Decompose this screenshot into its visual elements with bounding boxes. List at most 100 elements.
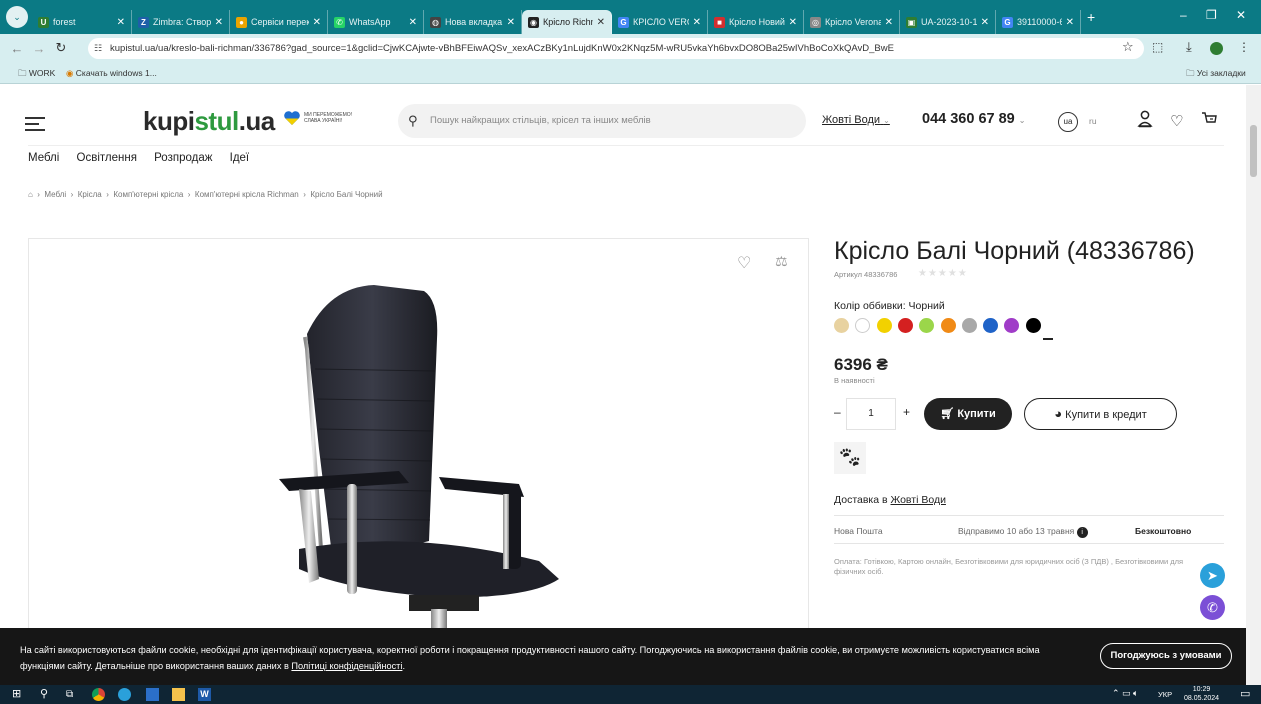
breadcrumb-item[interactable]: Комп'ютерні крісла — [113, 190, 183, 199]
task-view-icon[interactable]: ⧉ — [66, 688, 79, 701]
site-logo[interactable]: kupistul.ua — [143, 106, 275, 137]
lang-ua-button[interactable]: ua — [1058, 112, 1078, 132]
rating-stars[interactable]: ★★★★★ — [918, 268, 968, 279]
tab-close-icon[interactable]: ✕ — [693, 17, 701, 28]
browser-menu-icon[interactable]: ⋮ — [1238, 40, 1250, 54]
tab-close-icon[interactable]: ✕ — [789, 17, 797, 28]
breadcrumb-item[interactable]: Комп'ютерні крісла Richman — [195, 190, 299, 199]
color-swatch[interactable] — [961, 318, 977, 333]
info-icon[interactable]: i — [1076, 527, 1088, 538]
lang-ru-button[interactable]: ru — [1089, 116, 1097, 126]
browser-tab[interactable]: ◍ Нова вкладка ✕ — [424, 10, 522, 34]
nav-item-ideas[interactable]: Ідеї — [230, 152, 250, 164]
qty-input[interactable]: 1 — [846, 398, 896, 430]
word-icon[interactable]: W — [198, 688, 211, 701]
windows-start-icon[interactable]: ⊞ — [12, 688, 25, 701]
site-info-icon[interactable]: ☷ — [94, 38, 102, 59]
hamburger-menu-icon[interactable] — [25, 117, 45, 135]
browser-tab[interactable]: ▣ UA-2023-10-1 ✕ — [900, 10, 996, 34]
extensions-icon[interactable]: ⬚ — [1152, 40, 1163, 54]
all-bookmarks[interactable]: 🗀 Усі закладки — [1186, 68, 1246, 82]
tab-search-button[interactable]: ⌄ — [6, 6, 28, 28]
user-icon[interactable] — [1137, 110, 1153, 133]
clock[interactable]: 10:29 08.05.2024 — [1184, 685, 1219, 703]
nav-item-lighting[interactable]: Освітлення — [77, 152, 137, 164]
browser-tab[interactable]: ✆ WhatsApp ✕ — [328, 10, 424, 34]
browser-tab[interactable]: ■ Крісло Новий ✕ — [708, 10, 804, 34]
color-swatch[interactable] — [1025, 318, 1041, 333]
tab-close-icon[interactable]: ✕ — [1066, 17, 1074, 28]
telegram-taskbar-icon[interactable] — [118, 688, 131, 701]
product-image-box[interactable]: ♡ ⚖ — [28, 238, 809, 685]
browser-tab[interactable]: G КРІСЛО VERO ✕ — [612, 10, 708, 34]
breadcrumb-item[interactable]: Крісла — [78, 190, 102, 199]
notifications-icon[interactable]: ▭ — [1240, 687, 1250, 700]
browser-tab[interactable]: ● Сервіси перек ✕ — [230, 10, 328, 34]
breadcrumb-item[interactable]: Меблі — [44, 190, 66, 199]
close-window-icon[interactable]: ✕ — [1236, 8, 1246, 22]
telegram-icon[interactable]: ➤ — [1200, 563, 1225, 588]
forward-icon[interactable]: → — [28, 41, 50, 56]
reload-icon[interactable]: ↻ — [50, 40, 72, 56]
compare-scales-icon[interactable]: ⚖ — [775, 253, 788, 270]
download-icon[interactable]: ⤓ — [1186, 39, 1192, 55]
tab-close-icon[interactable]: ✕ — [981, 17, 989, 28]
nav-item-sale[interactable]: Розпродаж — [154, 152, 212, 164]
home-icon[interactable]: ⌂ — [28, 190, 33, 199]
privacy-policy-link[interactable]: Політиці конфіденційності — [291, 661, 402, 671]
color-swatch[interactable] — [834, 318, 849, 333]
cart-icon[interactable] — [1201, 111, 1217, 132]
color-swatch[interactable] — [919, 318, 935, 333]
url-field[interactable]: ☷ kupistul.ua/ua/kreslo-bali-richman/336… — [88, 38, 1144, 59]
save-disk-icon[interactable] — [146, 688, 159, 701]
file-explorer-icon[interactable] — [172, 688, 185, 701]
phone-number[interactable]: 044 360 67 89 ⌄ — [922, 111, 1025, 127]
browser-tab[interactable]: Z Zimbra: Створ ✕ — [132, 10, 230, 34]
tab-close-icon[interactable]: ✕ — [597, 17, 605, 28]
buy-button[interactable]: 🛒︎ Купити — [924, 398, 1012, 430]
tab-close-icon[interactable]: ✕ — [507, 17, 515, 28]
profile-avatar[interactable] — [1210, 42, 1223, 55]
scrollbar-thumb[interactable] — [1250, 125, 1257, 177]
tray-icons[interactable]: ⌃ ▭ 🔈︎ — [1112, 688, 1138, 699]
color-swatch[interactable] — [940, 318, 956, 333]
paw-icon[interactable]: 🐾︎ — [834, 442, 866, 474]
chrome-icon[interactable] — [92, 688, 105, 701]
input-language[interactable]: УКР — [1158, 690, 1172, 699]
favorite-heart-icon[interactable]: ♡ — [737, 253, 751, 273]
bookmark-star-icon[interactable]: ☆ — [1122, 39, 1134, 55]
qty-minus-button[interactable]: – — [834, 405, 841, 419]
color-swatch[interactable] — [983, 318, 999, 333]
qty-plus-button[interactable]: + — [903, 405, 910, 419]
restore-icon[interactable]: ❐ — [1206, 8, 1217, 22]
minimize-icon[interactable]: – — [1180, 8, 1187, 22]
taskbar-search-icon[interactable]: ⚲ — [40, 688, 53, 701]
tab-close-icon[interactable]: ✕ — [885, 17, 893, 28]
bookmark-work[interactable]: 🗀 WORK — [18, 68, 55, 82]
city-selector[interactable]: Жовті Води ⌄ — [822, 114, 890, 126]
delivery-city-link[interactable]: Жовті Води — [891, 494, 946, 506]
page-scrollbar[interactable] — [1246, 85, 1261, 685]
new-tab-button[interactable]: + — [1087, 9, 1095, 25]
credit-button[interactable]: ◕ Купити в кредит — [1024, 398, 1177, 430]
viber-icon[interactable]: ✆ — [1200, 595, 1225, 620]
bookmark-windows[interactable]: ◉ Скачать windows 1... — [66, 68, 157, 79]
color-swatch[interactable] — [855, 318, 871, 333]
browser-tab[interactable]: ◎ Крісло Verona ✕ — [804, 10, 900, 34]
cookie-text: На сайті використовуються файли cookie, … — [20, 645, 1040, 671]
search-input[interactable]: ⚲ Пошук найкращих стільців, крісел та ін… — [398, 104, 806, 138]
browser-tab[interactable]: ◉ Крісло Richma ✕ — [522, 10, 612, 34]
cookie-agree-button[interactable]: Погоджуюсь з умовами — [1100, 643, 1232, 669]
tab-close-icon[interactable]: ✕ — [409, 17, 417, 28]
color-swatch[interactable] — [897, 318, 913, 333]
wishlist-heart-icon[interactable]: ♡ — [1170, 112, 1183, 130]
tab-close-icon[interactable]: ✕ — [117, 17, 125, 28]
browser-tab[interactable]: G 39110000-6 - ✕ — [996, 10, 1081, 34]
nav-item-furniture[interactable]: Меблі — [28, 152, 59, 164]
back-icon[interactable]: ← — [6, 41, 28, 56]
tab-close-icon[interactable]: ✕ — [313, 17, 321, 28]
browser-tab[interactable]: Uforest ✕ — [32, 10, 132, 34]
color-swatch[interactable] — [876, 318, 892, 333]
tab-close-icon[interactable]: ✕ — [215, 17, 223, 28]
color-swatch[interactable] — [1004, 318, 1020, 333]
